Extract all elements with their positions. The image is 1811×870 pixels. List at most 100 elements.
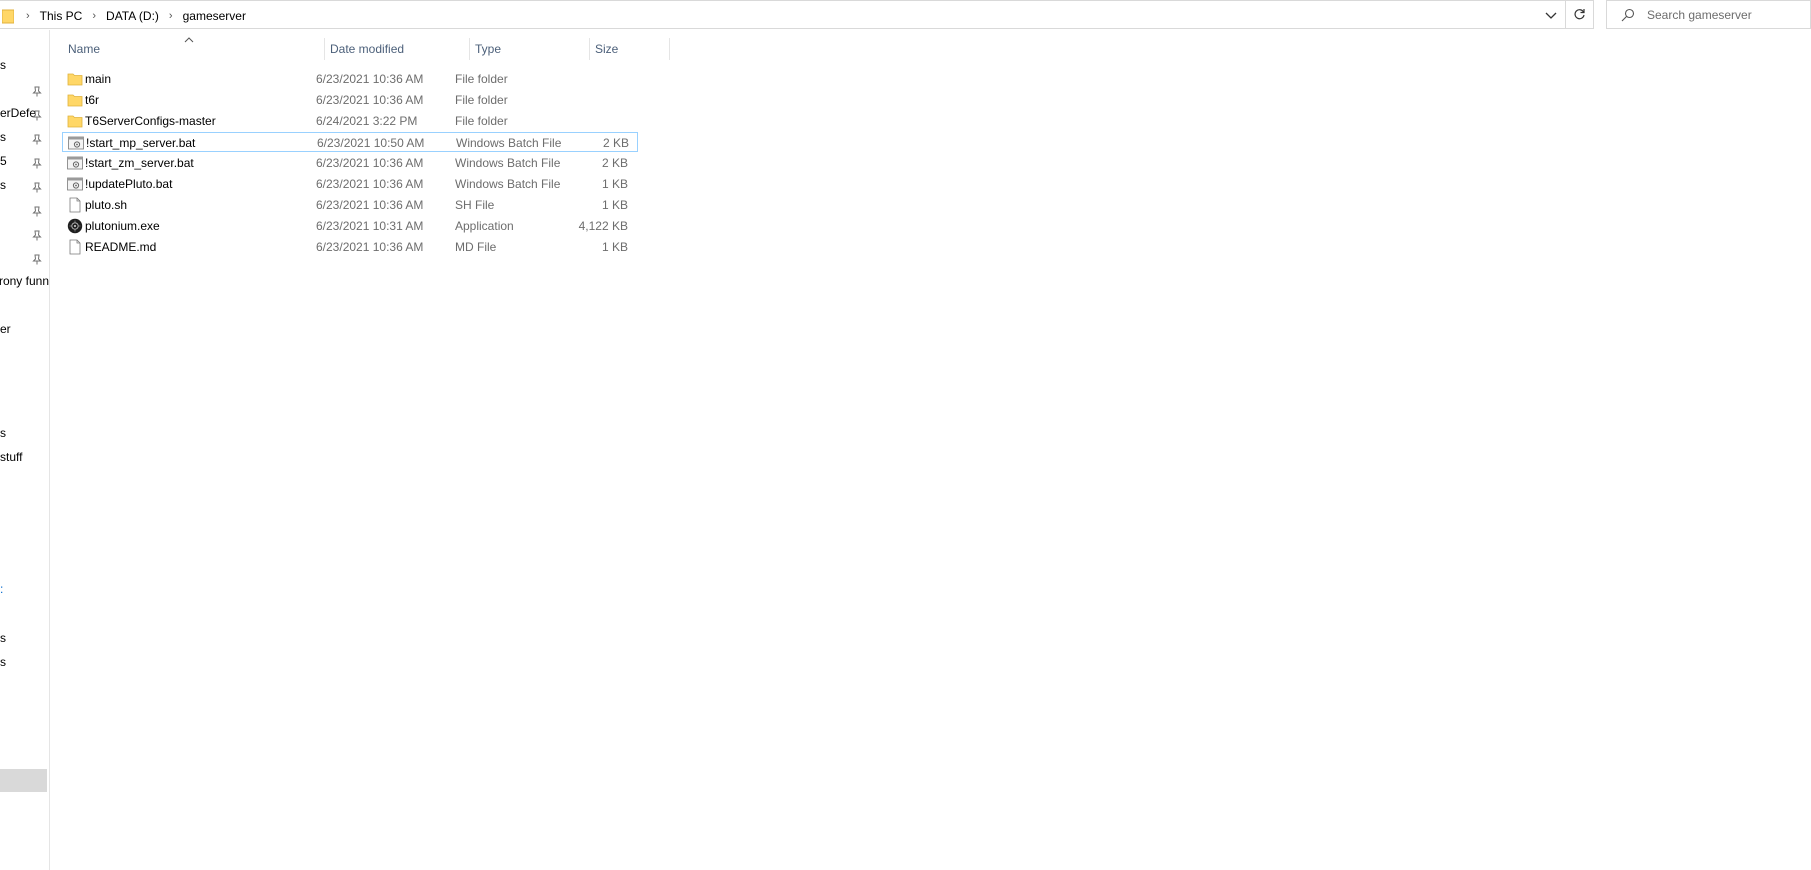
nav-item[interactable]: s: [0, 175, 49, 195]
file-date: 6/24/2021 3:22 PM: [316, 114, 418, 128]
nav-item[interactable]: [0, 223, 49, 243]
nav-item[interactable]: s: [0, 423, 49, 443]
address-bar: › This PC › DATA (D:) › gameserver: [0, 0, 1594, 29]
file-size: 1 KB: [601, 240, 628, 254]
column-header-size[interactable]: Size: [589, 34, 669, 66]
file-size: [567, 90, 628, 110]
pin-icon[interactable]: [32, 107, 42, 123]
nav-expand-indicator[interactable]: :: [0, 582, 3, 596]
file-type: MD File: [455, 240, 497, 254]
nav-item-selected[interactable]: [0, 769, 47, 792]
file-row[interactable]: !updatePluto.bat 6/23/2021 10:36 AM Wind…: [62, 174, 638, 194]
pin-icon[interactable]: [32, 83, 42, 99]
chevron-right-icon[interactable]: ›: [169, 10, 173, 22]
refresh-icon: [1574, 9, 1585, 20]
file-size: 2 KB: [601, 156, 628, 170]
file-type: File folder: [455, 114, 508, 128]
folder-icon: [67, 113, 83, 129]
folder-icon: [67, 92, 83, 108]
file-size: [567, 69, 628, 89]
file-name: pluto.sh: [85, 198, 128, 212]
chevron-right-icon[interactable]: ›: [26, 10, 30, 22]
file-name: t6r: [85, 93, 100, 107]
file-size: 1 KB: [601, 177, 628, 191]
file-row[interactable]: main 6/23/2021 10:36 AM File folder: [62, 69, 638, 89]
file-type: Windows Batch File: [455, 156, 561, 170]
file-name: README.md: [85, 240, 157, 254]
pin-icon[interactable]: [32, 131, 42, 147]
refresh-button[interactable]: [1566, 0, 1594, 29]
pin-icon[interactable]: [32, 227, 42, 243]
file-date: 6/23/2021 10:36 AM: [316, 72, 424, 86]
chevron-down-icon: [1545, 12, 1557, 19]
chevron-right-icon[interactable]: ›: [92, 10, 96, 22]
file-date: 6/23/2021 10:50 AM: [317, 136, 425, 150]
file-type: Windows Batch File: [455, 177, 561, 191]
file-row[interactable]: plutonium.exe 6/23/2021 10:31 AM Applica…: [62, 216, 638, 236]
search-input[interactable]: [1645, 6, 1799, 23]
generic-file-icon: [67, 197, 83, 213]
file-size: 2 KB: [602, 136, 629, 150]
nav-item[interactable]: rony funn: [0, 271, 49, 291]
folder-icon: [1, 8, 15, 27]
nav-item[interactable]: s: [0, 628, 49, 648]
file-name: !start_zm_server.bat: [85, 156, 194, 170]
file-row[interactable]: !start_zm_server.bat 6/23/2021 10:36 AM …: [62, 153, 638, 173]
pin-icon[interactable]: [32, 251, 42, 267]
file-type: File folder: [455, 93, 508, 107]
pin-icon[interactable]: [32, 203, 42, 219]
address-history-dropdown[interactable]: [1538, 1, 1564, 30]
file-row[interactable]: T6ServerConfigs-master 6/24/2021 3:22 PM…: [62, 111, 638, 131]
generic-file-icon: [67, 239, 83, 255]
search-box[interactable]: [1606, 0, 1811, 29]
nav-item[interactable]: [0, 247, 49, 267]
nav-item[interactable]: erDefe: [0, 103, 49, 123]
file-name: !start_mp_server.bat: [86, 136, 196, 150]
nav-item[interactable]: s: [0, 127, 49, 147]
nav-item[interactable]: s: [0, 652, 49, 672]
nav-item[interactable]: s: [0, 55, 49, 75]
navigation-pane: s erDefe s 5 s rony funn er s stuff : s …: [0, 30, 50, 870]
column-divider[interactable]: [669, 38, 670, 60]
file-type: Application: [455, 219, 514, 233]
column-header-date[interactable]: Date modified: [324, 34, 469, 66]
nav-item[interactable]: [0, 79, 49, 99]
batch-file-icon: [68, 135, 84, 151]
file-date: 6/23/2021 10:36 AM: [316, 93, 424, 107]
file-name: plutonium.exe: [85, 219, 160, 233]
nav-item[interactable]: 5: [0, 151, 49, 171]
nav-item[interactable]: stuff: [0, 447, 49, 467]
column-header-name[interactable]: Name: [62, 34, 324, 66]
file-date: 6/23/2021 10:31 AM: [316, 219, 424, 233]
file-type: File folder: [455, 72, 508, 86]
breadcrumb-gameserver[interactable]: gameserver: [181, 9, 248, 23]
file-row[interactable]: t6r 6/23/2021 10:36 AM File folder: [62, 90, 638, 110]
address-field[interactable]: › This PC › DATA (D:) › gameserver: [0, 0, 1566, 29]
column-header-type[interactable]: Type: [469, 34, 589, 66]
file-date: 6/23/2021 10:36 AM: [316, 198, 424, 212]
file-date: 6/23/2021 10:36 AM: [316, 156, 424, 170]
search-icon: [1621, 8, 1635, 21]
pin-icon[interactable]: [32, 155, 42, 171]
file-size: 1 KB: [601, 198, 628, 212]
file-row-focused[interactable]: !start_mp_server.bat 6/23/2021 10:50 AM …: [62, 132, 638, 152]
file-type: Windows Batch File: [456, 136, 562, 150]
breadcrumb-data-drive[interactable]: DATA (D:): [104, 9, 161, 23]
nav-item[interactable]: [0, 199, 49, 219]
plutonium-app-icon: [67, 218, 83, 234]
file-row[interactable]: README.md 6/23/2021 10:36 AM MD File 1 K…: [62, 237, 638, 257]
file-name: main: [85, 72, 112, 86]
file-row[interactable]: pluto.sh 6/23/2021 10:36 AM SH File 1 KB: [62, 195, 638, 215]
nav-item[interactable]: er: [0, 319, 49, 339]
file-name: !updatePluto.bat: [85, 177, 173, 191]
folder-icon: [67, 71, 83, 87]
file-type: SH File: [455, 198, 495, 212]
breadcrumb: › This PC › DATA (D:) › gameserver: [18, 1, 248, 30]
file-size: 4,122 KB: [578, 219, 628, 233]
pin-icon[interactable]: [32, 179, 42, 195]
file-size: [567, 111, 628, 131]
file-name: T6ServerConfigs-master: [85, 114, 216, 128]
file-date: 6/23/2021 10:36 AM: [316, 240, 424, 254]
batch-file-icon: [67, 176, 83, 192]
breadcrumb-this-pc[interactable]: This PC: [38, 9, 85, 23]
